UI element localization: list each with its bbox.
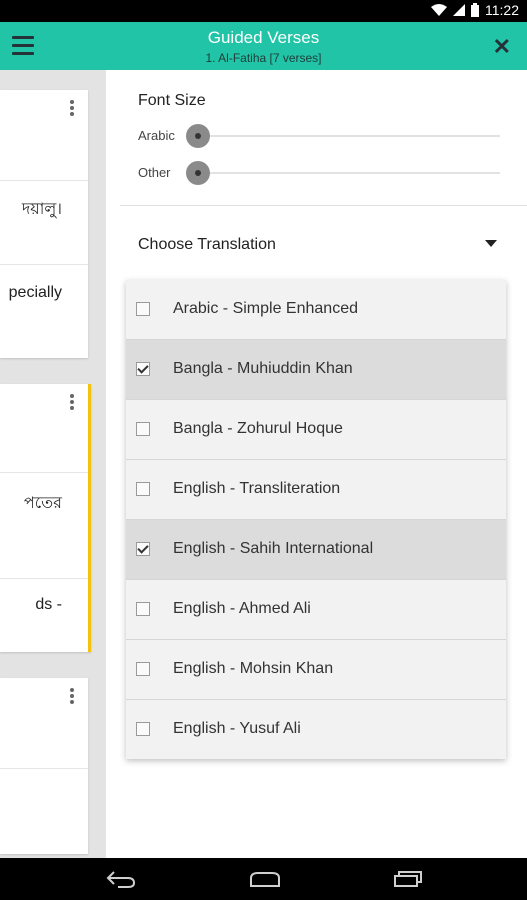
checkbox[interactable] bbox=[136, 542, 150, 556]
verse-text: pecially bbox=[8, 284, 62, 301]
translation-option[interactable]: English - Mohsin Khan bbox=[126, 640, 506, 700]
translation-option[interactable]: English - Ahmed Ali bbox=[126, 580, 506, 640]
translation-dropdown: Arabic - Simple Enhanced Bangla - Muhiudd… bbox=[126, 280, 506, 759]
back-icon[interactable] bbox=[106, 870, 136, 888]
other-label: Other bbox=[138, 165, 171, 180]
translation-option-label: English - Transliteration bbox=[173, 480, 341, 497]
verse-card[interactable]: পতের ds - bbox=[0, 384, 91, 652]
verse-list: দয়ালু। pecially পতের ds - bbox=[0, 70, 106, 858]
home-icon[interactable] bbox=[248, 870, 282, 888]
settings-panel: Font Size Arabic Other Choose Translatio… bbox=[106, 70, 527, 858]
arabic-label: Arabic bbox=[138, 128, 175, 143]
arabic-font-slider[interactable] bbox=[186, 124, 500, 148]
divider bbox=[120, 205, 527, 206]
font-size-title: Font Size bbox=[138, 92, 206, 109]
verse-text: ds - bbox=[35, 596, 62, 613]
translation-option-label: Arabic - Simple Enhanced bbox=[173, 300, 358, 317]
signal-icon bbox=[453, 4, 465, 16]
translation-option[interactable]: Bangla - Zohurul Hoque bbox=[126, 400, 506, 460]
app-bar: Guided Verses 1. Al-Fatiha [7 verses] ✕ bbox=[0, 22, 527, 70]
checkbox[interactable] bbox=[136, 722, 150, 736]
translation-option[interactable]: English - Sahih International bbox=[126, 520, 506, 580]
more-options-icon[interactable] bbox=[70, 688, 74, 706]
slider-thumb[interactable] bbox=[186, 161, 210, 185]
slider-thumb[interactable] bbox=[186, 124, 210, 148]
checkbox[interactable] bbox=[136, 362, 150, 376]
dropdown-caret-icon[interactable] bbox=[485, 240, 497, 247]
checkbox[interactable] bbox=[136, 302, 150, 316]
translation-option[interactable]: English - Transliteration bbox=[126, 460, 506, 520]
recents-icon[interactable] bbox=[392, 870, 424, 888]
status-time: 11:22 bbox=[485, 2, 519, 18]
other-font-slider[interactable] bbox=[186, 161, 500, 185]
more-options-icon[interactable] bbox=[70, 100, 74, 118]
verse-text: দয়ালু। bbox=[21, 201, 62, 218]
translation-option[interactable]: Bangla - Muhiuddin Khan bbox=[126, 340, 506, 400]
translation-option-label: Bangla - Muhiuddin Khan bbox=[173, 360, 353, 377]
translation-option-label: English - Yusuf Ali bbox=[173, 720, 301, 737]
verse-card[interactable] bbox=[0, 678, 88, 854]
checkbox[interactable] bbox=[136, 482, 150, 496]
checkbox[interactable] bbox=[136, 422, 150, 436]
battery-icon bbox=[471, 3, 479, 17]
checkbox[interactable] bbox=[136, 662, 150, 676]
translation-option[interactable]: Arabic - Simple Enhanced bbox=[126, 280, 506, 340]
translation-option-label: Bangla - Zohurul Hoque bbox=[173, 420, 343, 437]
page-title: Guided Verses bbox=[207, 28, 320, 47]
translation-option-label: English - Sahih International bbox=[173, 540, 374, 557]
translation-option-label: English - Mohsin Khan bbox=[173, 660, 334, 677]
close-icon[interactable]: ✕ bbox=[493, 34, 511, 60]
choose-translation-label[interactable]: Choose Translation bbox=[138, 236, 276, 254]
translation-option[interactable]: English - Yusuf Ali bbox=[126, 700, 506, 759]
checkbox[interactable] bbox=[136, 602, 150, 616]
verse-text: পতের bbox=[23, 495, 62, 512]
more-options-icon[interactable] bbox=[70, 394, 74, 412]
page-subtitle: 1. Al-Fatiha [7 verses] bbox=[205, 51, 322, 65]
translation-option-label: English - Ahmed Ali bbox=[173, 600, 311, 617]
verse-card[interactable]: দয়ালু। pecially bbox=[0, 90, 88, 358]
navigation-bar bbox=[0, 858, 527, 900]
status-bar: 11:22 bbox=[0, 0, 527, 22]
wifi-icon bbox=[431, 4, 447, 16]
